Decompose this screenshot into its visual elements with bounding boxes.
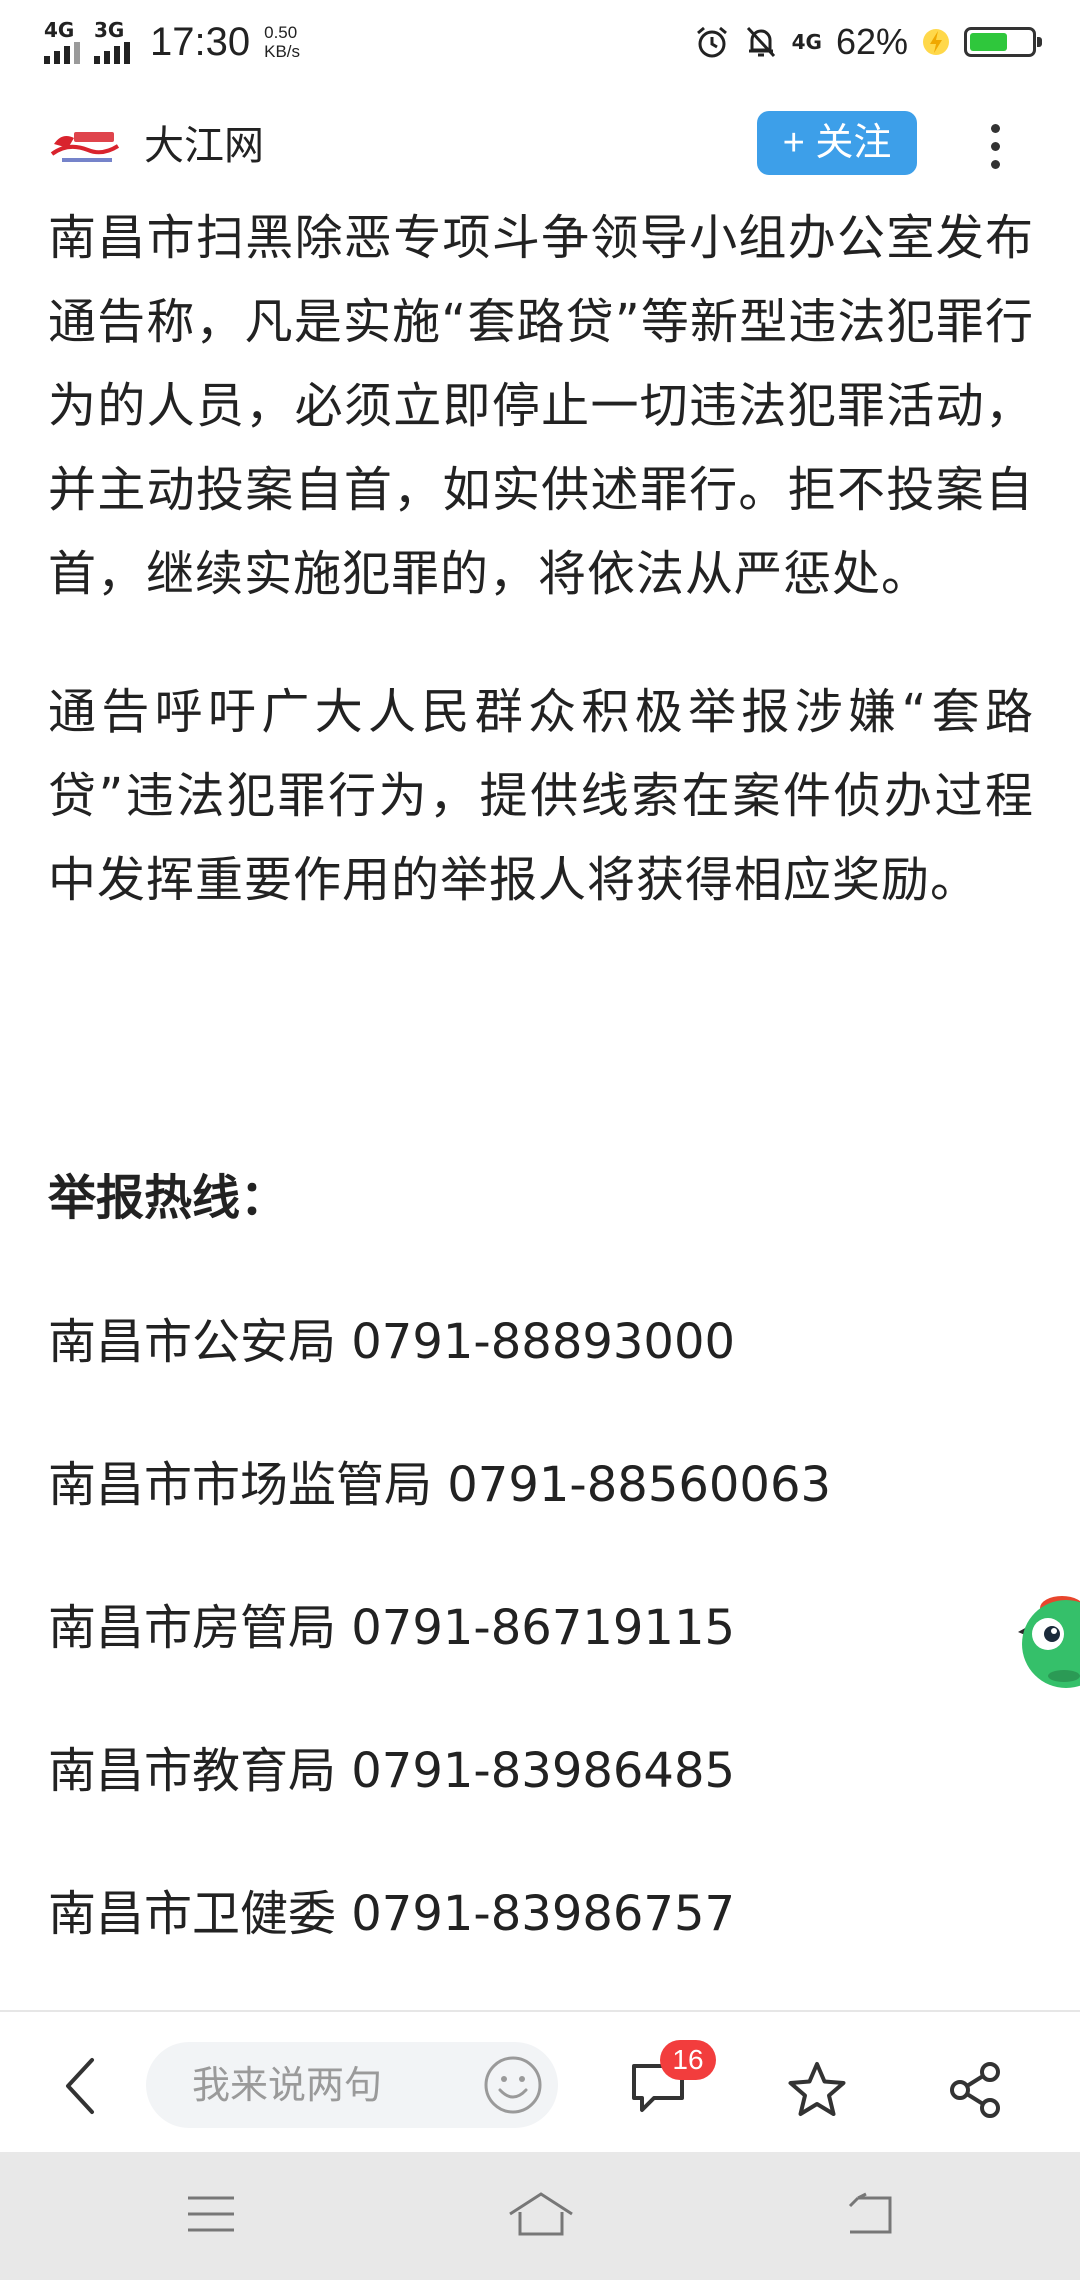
mute-bell-icon	[746, 26, 775, 58]
speed-value: 0.50	[264, 23, 298, 42]
battery-level	[970, 33, 1008, 51]
hotline-item: 南昌市教育局 0791-83986485	[48, 1743, 736, 1799]
article-header: 大江网 + 关注	[0, 100, 1080, 192]
comment-count-badge: 16	[660, 2040, 716, 2080]
menu-icon[interactable]	[186, 2194, 236, 2234]
speed-unit: KB/s	[264, 42, 301, 61]
back-icon[interactable]	[56, 2054, 106, 2118]
system-nav-bar	[0, 2152, 1080, 2280]
comment-placeholder: 我来说两句	[192, 2063, 383, 2107]
charging-icon	[923, 29, 949, 55]
clock: 17:30	[150, 19, 251, 64]
dajiang-logo-icon	[50, 132, 120, 162]
network-type-2: 3G	[94, 18, 125, 42]
battery-percent: 62%	[835, 21, 908, 62]
hotline-item: 南昌市市场监管局 0791-88560063	[48, 1457, 832, 1513]
more-options-icon[interactable]	[975, 118, 1015, 174]
share-icon[interactable]	[948, 2060, 1004, 2120]
article-body: 南昌市扫黑除恶专项斗争领导小组办公室发布通告称，凡是实施“套路贷”等新型违法犯罪…	[48, 196, 1034, 922]
follow-button[interactable]: + 关注	[757, 111, 917, 175]
battery-icon	[964, 27, 1042, 57]
network-type-1: 4G	[44, 18, 75, 42]
floating-mascot-icon[interactable]	[1014, 1582, 1080, 1692]
signal-bars-icon	[44, 42, 80, 64]
emoji-icon[interactable]	[482, 2054, 544, 2116]
article-paragraph: 通告呼吁广大人民群众积极举报涉嫌“套路贷”违法犯罪行为，提供线索在案件侦办过程中…	[48, 684, 1034, 908]
article-paragraph: 南昌市扫黑除恶专项斗争领导小组办公室发布通告称，凡是实施“套路贷”等新型违法犯罪…	[48, 210, 1034, 602]
signal-2: 3G	[94, 20, 130, 64]
hotline-item: 南昌市房管局 0791-86719115	[48, 1600, 736, 1656]
home-icon[interactable]	[506, 2190, 576, 2240]
signal-bars-icon	[94, 42, 130, 64]
site-name[interactable]: 大江网	[144, 118, 264, 174]
bottom-action-bar: 我来说两句 16	[0, 2010, 1080, 2152]
hotline-item: 南昌市公安局 0791-88893000	[48, 1314, 736, 1370]
network-speed: 0.50 KB/s	[264, 23, 300, 61]
nav-back-icon[interactable]	[842, 2192, 894, 2238]
network-type-3: 4G	[791, 30, 822, 54]
status-bar: 4G 3G 17:30 0.50 KB/s 4G 62%	[0, 0, 1080, 84]
hotline-item: 南昌市卫健委 0791-83986757	[48, 1886, 736, 1942]
hotline-title: 举报热线：	[48, 1170, 289, 1226]
comment-input[interactable]: 我来说两句	[146, 2042, 558, 2128]
signal-1: 4G	[44, 20, 80, 64]
alarm-icon	[696, 26, 727, 58]
star-icon[interactable]	[786, 2060, 848, 2120]
